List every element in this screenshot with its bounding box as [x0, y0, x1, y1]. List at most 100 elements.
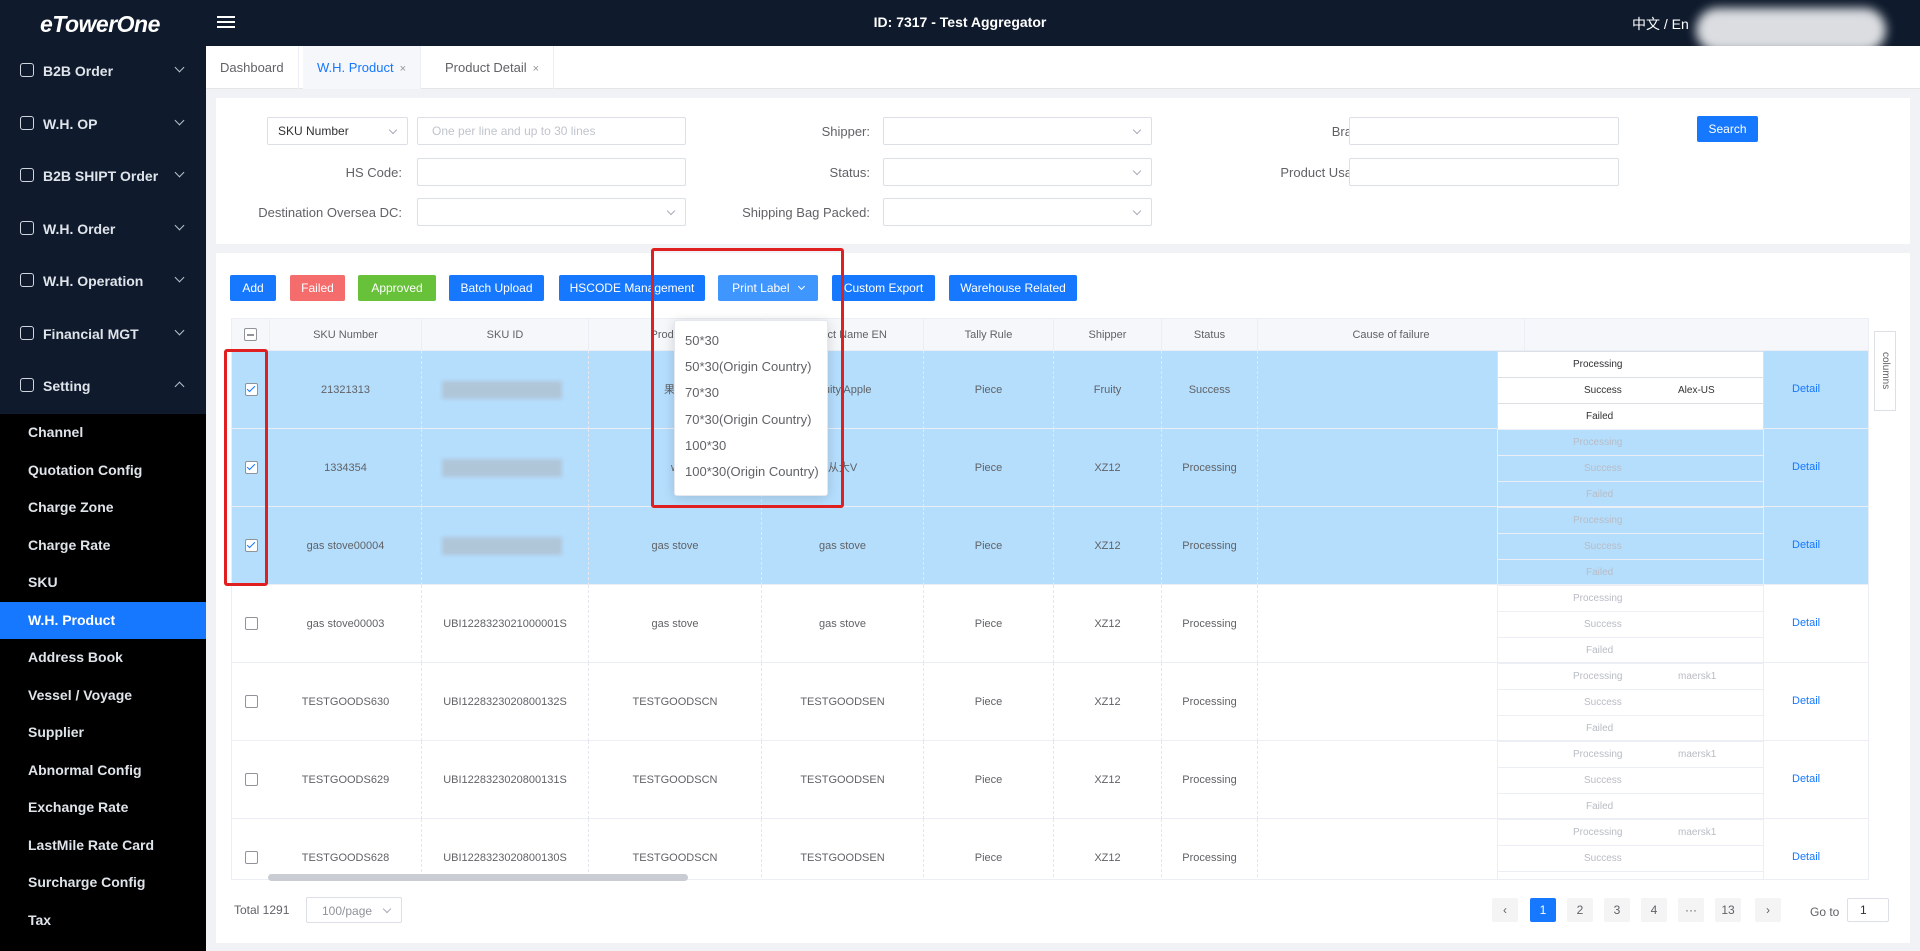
page-4-button[interactable]: 4: [1641, 898, 1667, 922]
submenu-item-lastmile-rate-card[interactable]: LastMile Rate Card: [0, 827, 206, 864]
table-row[interactable]: gas stove00004 gas stove gas stove Piece XZ1…: [232, 507, 1868, 585]
page-13-button[interactable]: 13: [1715, 898, 1741, 922]
sku-type-select[interactable]: SKU Number: [267, 117, 408, 145]
status-sub-row: Processing maersk1: [1497, 663, 1764, 689]
sidebar-item-label: B2B Order: [43, 63, 114, 79]
next-page-button[interactable]: ›: [1755, 898, 1781, 922]
submenu-item-surcharge-config[interactable]: Surcharge Config: [0, 864, 206, 901]
tab-product-detail[interactable]: Product Detail ×: [431, 46, 555, 89]
sidebar-item-label: B2B SHIPT Order: [43, 168, 159, 184]
menu-toggle-icon[interactable]: [217, 13, 235, 29]
tab-label: Dashboard: [220, 60, 284, 75]
status-sub-label: Success: [1584, 541, 1622, 552]
sidebar-item-w-h-operation[interactable]: W.H. Operation: [0, 256, 206, 308]
submenu-item-charge-rate[interactable]: Charge Rate: [0, 527, 206, 564]
product-usage-input[interactable]: [1349, 158, 1619, 186]
sidebar-item-b2b-shipt-order[interactable]: B2B SHIPT Order: [0, 151, 206, 203]
chevron-down-icon: [174, 325, 185, 336]
status-select[interactable]: [883, 158, 1152, 186]
status-sub-note: maersk1: [1678, 827, 1717, 838]
submenu-item-tax[interactable]: Tax: [0, 902, 206, 939]
page-3-button[interactable]: 3: [1604, 898, 1630, 922]
select-all-header: [232, 319, 270, 351]
horizontal-scrollbar[interactable]: [268, 874, 688, 881]
hs-code-input[interactable]: [417, 158, 686, 186]
submenu-item-w-h-product[interactable]: W.H. Product: [0, 601, 206, 639]
status-sub-label: Processing: [1573, 437, 1623, 448]
submenu-item-address-book[interactable]: Address Book: [0, 639, 206, 676]
product-table: SKU NumberSKU IDProduct NProduct Name EN…: [231, 318, 1869, 880]
table-row[interactable]: 1334354w从大VPieceXZ12ProcessingProcessing…: [232, 429, 1868, 507]
page-size-select[interactable]: 100/page: [306, 897, 402, 923]
table-row[interactable]: 21321313果果Fruity ApplePieceFruitySuccess…: [232, 351, 1868, 429]
columns-toggle[interactable]: columns: [1874, 331, 1896, 411]
prev-page-button[interactable]: ‹: [1492, 898, 1518, 922]
cell-cause-of-failure: [1162, 585, 1258, 663]
submenu-item-abnormal-config[interactable]: Abnormal Config: [0, 752, 206, 789]
row-checkbox[interactable]: [245, 851, 258, 864]
row-checkbox[interactable]: [245, 695, 258, 708]
detail-link[interactable]: Detail: [1792, 383, 1820, 395]
table-row[interactable]: TESTGOODS628 UBI1228323020800130S TESTGOOD…: [232, 819, 1868, 880]
search-button[interactable]: Search: [1697, 116, 1758, 142]
brand-label: Brand:: [1190, 124, 1370, 139]
submenu-item-charge-zone[interactable]: Charge Zone: [0, 489, 206, 526]
cell-tally: Piece: [924, 819, 1054, 879]
detail-link[interactable]: Detail: [1792, 539, 1820, 551]
status-sub-label: Failed: [1586, 879, 1613, 880]
dest-dc-select[interactable]: [417, 198, 686, 226]
close-icon[interactable]: ×: [400, 63, 406, 75]
chevron-down-icon: [174, 167, 185, 178]
page-1-button[interactable]: 1: [1530, 898, 1556, 922]
sidebar-item-setting[interactable]: Setting: [0, 361, 206, 413]
logo: eTowerOne: [40, 11, 160, 37]
tab-dashboard[interactable]: Dashboard: [206, 46, 299, 89]
custom-export-button[interactable]: Custom Export: [832, 275, 935, 301]
detail-link[interactable]: Detail: [1792, 773, 1820, 785]
sidebar-item-financial-mgt[interactable]: Financial MGT: [0, 309, 206, 361]
sidebar-item-w-h-order[interactable]: W.H. Order: [0, 204, 206, 256]
brand-input[interactable]: [1349, 117, 1619, 145]
sku-number-input[interactable]: One per line and up to 30 lines: [417, 117, 686, 145]
submenu-item-sku[interactable]: SKU: [0, 564, 206, 601]
submenu-item-exchange-rate[interactable]: Exchange Rate: [0, 789, 206, 826]
goto-input[interactable]: 1: [1847, 898, 1889, 922]
cell-tally: Piece: [924, 507, 1054, 585]
submenu-item-quotation-config[interactable]: Quotation Config: [0, 452, 206, 489]
status-sub-label: Success: [1584, 853, 1622, 864]
table-row[interactable]: gas stove00003 UBI1228323021000001S gas st…: [232, 585, 1868, 663]
add-button[interactable]: Add: [230, 275, 276, 301]
failed-button[interactable]: Failed: [290, 275, 345, 301]
detail-link[interactable]: Detail: [1792, 617, 1820, 629]
language-switch[interactable]: 中文 / En: [1632, 14, 1689, 34]
close-icon[interactable]: ×: [533, 63, 539, 75]
approved-button[interactable]: Approved: [358, 275, 436, 301]
table-row[interactable]: TESTGOODS629 UBI1228323020800131S TESTGOOD…: [232, 741, 1868, 819]
sidebar-item-w-h-op[interactable]: W.H. OP: [0, 99, 206, 151]
page-2-button[interactable]: 2: [1567, 898, 1593, 922]
submenu-item-vessel-voyage[interactable]: Vessel / Voyage: [0, 677, 206, 714]
detail-link[interactable]: Detail: [1792, 461, 1820, 473]
submenu-item-supplier[interactable]: Supplier: [0, 714, 206, 751]
cell-pcn: gas stove: [589, 507, 762, 585]
bag-packed-select[interactable]: [883, 198, 1152, 226]
tab-wh-product[interactable]: W.H. Product ×: [303, 46, 422, 89]
shipper-select[interactable]: [883, 117, 1152, 145]
status-sub-row: Success: [1497, 455, 1764, 481]
page-ellipsis-button[interactable]: ···: [1678, 898, 1704, 922]
cell-cause-of-failure: [1162, 819, 1258, 879]
submenu-item-channel[interactable]: Channel: [0, 414, 206, 451]
top-header: eTowerOne ID: 7317 - Test Aggregator 中文 …: [0, 0, 1920, 52]
sidebar-item-b2b-order[interactable]: B2B Order: [0, 46, 206, 98]
table-row[interactable]: TESTGOODS630 UBI1228323020800132S TESTGOOD…: [232, 663, 1868, 741]
row-checkbox[interactable]: [245, 617, 258, 630]
select-all-checkbox[interactable]: [244, 328, 257, 341]
row-checkbox[interactable]: [245, 773, 258, 786]
batch-upload-button[interactable]: Batch Upload: [449, 275, 544, 301]
column-header: Shipper: [1054, 319, 1162, 351]
status-sub-label: Processing: [1573, 593, 1623, 604]
warehouse-related-button[interactable]: Warehouse Related: [949, 275, 1077, 301]
detail-link[interactable]: Detail: [1792, 695, 1820, 707]
cell-cause-of-failure: [1162, 351, 1258, 429]
detail-link[interactable]: Detail: [1792, 851, 1820, 863]
